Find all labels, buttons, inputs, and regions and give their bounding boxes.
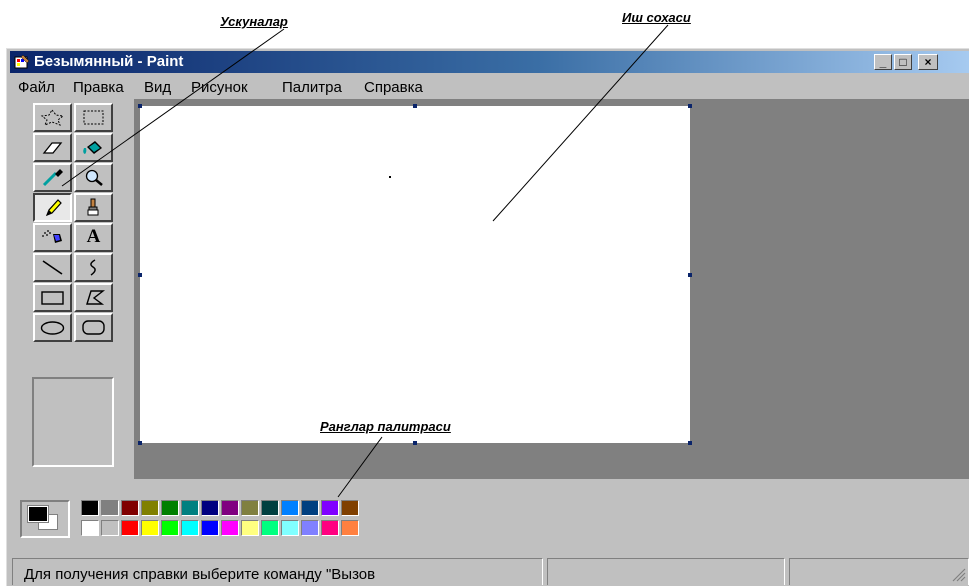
palette-swatch[interactable] bbox=[101, 520, 119, 536]
palette-swatch[interactable] bbox=[261, 500, 279, 516]
canvas-resize-handle[interactable] bbox=[688, 441, 692, 445]
curve-icon bbox=[90, 259, 96, 276]
foreground-color-swatch bbox=[27, 505, 49, 523]
palette-swatch[interactable] bbox=[221, 520, 239, 536]
fill-icon bbox=[83, 141, 102, 154]
menu-edit[interactable]: Правка bbox=[73, 79, 124, 96]
brush-tool[interactable] bbox=[74, 193, 113, 222]
menu-image[interactable]: Рисунок bbox=[191, 79, 248, 96]
maximize-button[interactable]: □ bbox=[894, 54, 912, 70]
paint-app-icon bbox=[14, 54, 30, 69]
pencil-icon bbox=[45, 199, 62, 217]
palette-swatch[interactable] bbox=[341, 520, 359, 536]
palette-swatch[interactable] bbox=[161, 500, 179, 516]
canvas-resize-handle[interactable] bbox=[413, 441, 417, 445]
status-panel-position bbox=[547, 558, 785, 585]
rectangle-tool[interactable] bbox=[33, 283, 72, 312]
palette-swatch[interactable] bbox=[201, 500, 219, 516]
canvas-resize-handle bbox=[138, 441, 142, 445]
window-title: Безымянный - Paint bbox=[34, 53, 184, 70]
tool-options-box[interactable] bbox=[32, 377, 114, 467]
canvas-resize-handle bbox=[413, 104, 417, 108]
drawing-canvas[interactable] bbox=[140, 106, 690, 443]
palette-swatch[interactable] bbox=[81, 520, 99, 536]
palette-swatch[interactable] bbox=[221, 500, 239, 516]
resize-grip-icon[interactable] bbox=[950, 566, 966, 582]
status-message: Для получения справки выберите команду "… bbox=[24, 566, 376, 583]
palette-swatch[interactable] bbox=[81, 500, 99, 516]
palette-swatch[interactable] bbox=[121, 520, 139, 536]
palette-annotation-label: Ранглар палитраси bbox=[318, 419, 453, 434]
free-select-icon bbox=[40, 109, 65, 126]
rounded-rectangle-icon bbox=[82, 320, 105, 335]
menu-help[interactable]: Справка bbox=[364, 79, 423, 96]
palette-swatch[interactable] bbox=[301, 500, 319, 516]
palette-swatch[interactable] bbox=[321, 520, 339, 536]
eraser-tool[interactable] bbox=[33, 133, 72, 162]
menu-colors[interactable]: Палитра bbox=[282, 79, 342, 96]
canvas-dot bbox=[389, 176, 391, 178]
close-button[interactable]: × bbox=[918, 54, 938, 70]
palette-swatch[interactable] bbox=[281, 500, 299, 516]
menu-file[interactable]: Файл bbox=[18, 79, 55, 96]
palette-swatch[interactable] bbox=[181, 500, 199, 516]
line-icon bbox=[42, 260, 63, 275]
palette-swatch[interactable] bbox=[301, 520, 319, 536]
minimize-button[interactable]: _ bbox=[874, 54, 892, 70]
palette-swatch[interactable] bbox=[241, 500, 259, 516]
work-area-annotation-label: Иш сохаси bbox=[622, 10, 691, 25]
palette-swatch[interactable] bbox=[181, 520, 199, 536]
palette-swatch[interactable] bbox=[201, 520, 219, 536]
rect-select-icon bbox=[83, 110, 104, 125]
polygon-icon bbox=[86, 290, 106, 305]
status-panel-size bbox=[789, 558, 969, 585]
menu-view[interactable]: Вид bbox=[144, 79, 171, 96]
palette-swatch[interactable] bbox=[341, 500, 359, 516]
rect-select-tool[interactable] bbox=[74, 103, 113, 132]
text-icon: A bbox=[86, 226, 101, 247]
palette-swatch[interactable] bbox=[121, 500, 139, 516]
palette-swatch[interactable] bbox=[141, 500, 159, 516]
line-tool[interactable] bbox=[33, 253, 72, 282]
rectangle-icon bbox=[41, 291, 64, 305]
palette-swatch[interactable] bbox=[101, 500, 119, 516]
text-tool[interactable]: A bbox=[74, 223, 113, 252]
palette-swatch[interactable] bbox=[321, 500, 339, 516]
palette-swatch[interactable] bbox=[241, 520, 259, 536]
palette-swatch[interactable] bbox=[161, 520, 179, 536]
palette-swatch[interactable] bbox=[281, 520, 299, 536]
airbrush-icon bbox=[42, 230, 62, 243]
color-picker-icon bbox=[42, 169, 63, 187]
polygon-tool[interactable] bbox=[74, 283, 113, 312]
magnifier-icon bbox=[85, 169, 103, 186]
canvas-resize-handle bbox=[138, 273, 142, 277]
ellipse-icon bbox=[40, 321, 65, 335]
free-select-tool[interactable] bbox=[33, 103, 72, 132]
current-colors-box[interactable] bbox=[20, 500, 70, 538]
fill-tool[interactable] bbox=[74, 133, 113, 162]
magnifier-tool[interactable] bbox=[74, 163, 113, 192]
tools-annotation-label: Ускуналар bbox=[220, 14, 288, 29]
eraser-icon bbox=[42, 142, 63, 154]
ellipse-tool[interactable] bbox=[33, 313, 72, 342]
curve-tool[interactable] bbox=[74, 253, 113, 282]
rounded-rectangle-tool[interactable] bbox=[74, 313, 113, 342]
canvas-resize-handle bbox=[138, 104, 142, 108]
color-picker-tool[interactable] bbox=[33, 163, 72, 192]
canvas-resize-handle[interactable] bbox=[688, 273, 692, 277]
airbrush-tool[interactable] bbox=[33, 223, 72, 252]
palette-swatch[interactable] bbox=[261, 520, 279, 536]
palette-swatch[interactable] bbox=[141, 520, 159, 536]
brush-icon bbox=[87, 198, 99, 216]
pencil-tool[interactable] bbox=[33, 193, 72, 222]
canvas-resize-handle bbox=[688, 104, 692, 108]
